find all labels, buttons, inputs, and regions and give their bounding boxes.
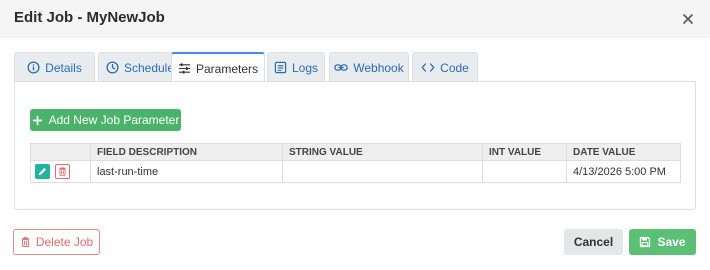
delete-parameter-button[interactable] — [55, 164, 71, 179]
add-job-parameter-button[interactable]: Add New Job Parameter — [30, 109, 181, 131]
trash-icon — [21, 237, 29, 247]
cell-date-value: 4/13/2026 5:00 PM — [566, 160, 681, 183]
info-icon — [27, 61, 40, 74]
add-job-parameter-label: Add New Job Parameter — [48, 113, 180, 127]
tab-schedule[interactable]: Schedule — [98, 52, 182, 82]
pencil-icon — [38, 168, 46, 176]
tab-parameters[interactable]: Parameters — [171, 52, 265, 83]
column-header-string-value: STRING VALUE — [282, 143, 483, 161]
cell-field-description: last-run-time — [90, 160, 283, 183]
close-icon — [683, 14, 693, 24]
tab-logs[interactable]: Logs — [267, 52, 325, 82]
table-row: last-run-time 4/13/2026 5:00 PM — [30, 160, 681, 183]
close-button[interactable] — [680, 11, 696, 27]
tab-label: Parameters — [195, 61, 259, 76]
trash-icon — [59, 167, 66, 176]
column-header-date-value: DATE VALUE — [566, 143, 681, 161]
tab-code[interactable]: Code — [412, 52, 478, 82]
cancel-label: Cancel — [573, 235, 614, 249]
tab-label: Logs — [291, 60, 319, 75]
save-label: Save — [657, 235, 686, 249]
column-header-int-value: INT VALUE — [482, 143, 567, 161]
row-actions — [30, 160, 91, 183]
floppy-disk-icon — [640, 236, 651, 248]
table-header-row: FIELD DESCRIPTION STRING VALUE INT VALUE… — [30, 143, 681, 161]
tab-label: Details — [45, 60, 82, 75]
modal-title: Edit Job - MyNewJob — [14, 9, 165, 26]
parameters-table: FIELD DESCRIPTION STRING VALUE INT VALUE… — [30, 143, 681, 183]
modal-header: Edit Job - MyNewJob — [0, 0, 710, 38]
tab-details[interactable]: Details — [14, 52, 95, 82]
delete-job-label: Delete Job — [35, 235, 94, 249]
sliders-icon — [178, 63, 191, 74]
cell-int-value — [482, 160, 567, 183]
tab-label: Code — [440, 60, 469, 75]
tab-label: Webhook — [353, 60, 404, 75]
tab-label: Schedule — [123, 60, 175, 75]
link-icon — [334, 64, 349, 71]
save-button[interactable]: Save — [629, 229, 696, 255]
plus-icon — [32, 115, 42, 125]
delete-job-button[interactable]: Delete Job — [13, 229, 100, 255]
cell-string-value — [282, 160, 483, 183]
cancel-button[interactable]: Cancel — [564, 229, 623, 255]
tab-bar: Details Schedule Parameters Logs Webhook… — [14, 52, 696, 83]
tab-webhook[interactable]: Webhook — [329, 52, 409, 82]
edit-parameter-button[interactable] — [35, 164, 50, 179]
job-editor-panel: Details Schedule Parameters Logs Webhook… — [14, 52, 696, 210]
actions-column-header — [30, 143, 91, 161]
code-icon — [421, 63, 435, 72]
parameters-tab-panel: Add New Job Parameter FIELD DESCRIPTION … — [14, 81, 696, 210]
list-icon — [274, 61, 287, 74]
clock-icon — [106, 61, 119, 74]
column-header-field-description: FIELD DESCRIPTION — [90, 143, 283, 161]
